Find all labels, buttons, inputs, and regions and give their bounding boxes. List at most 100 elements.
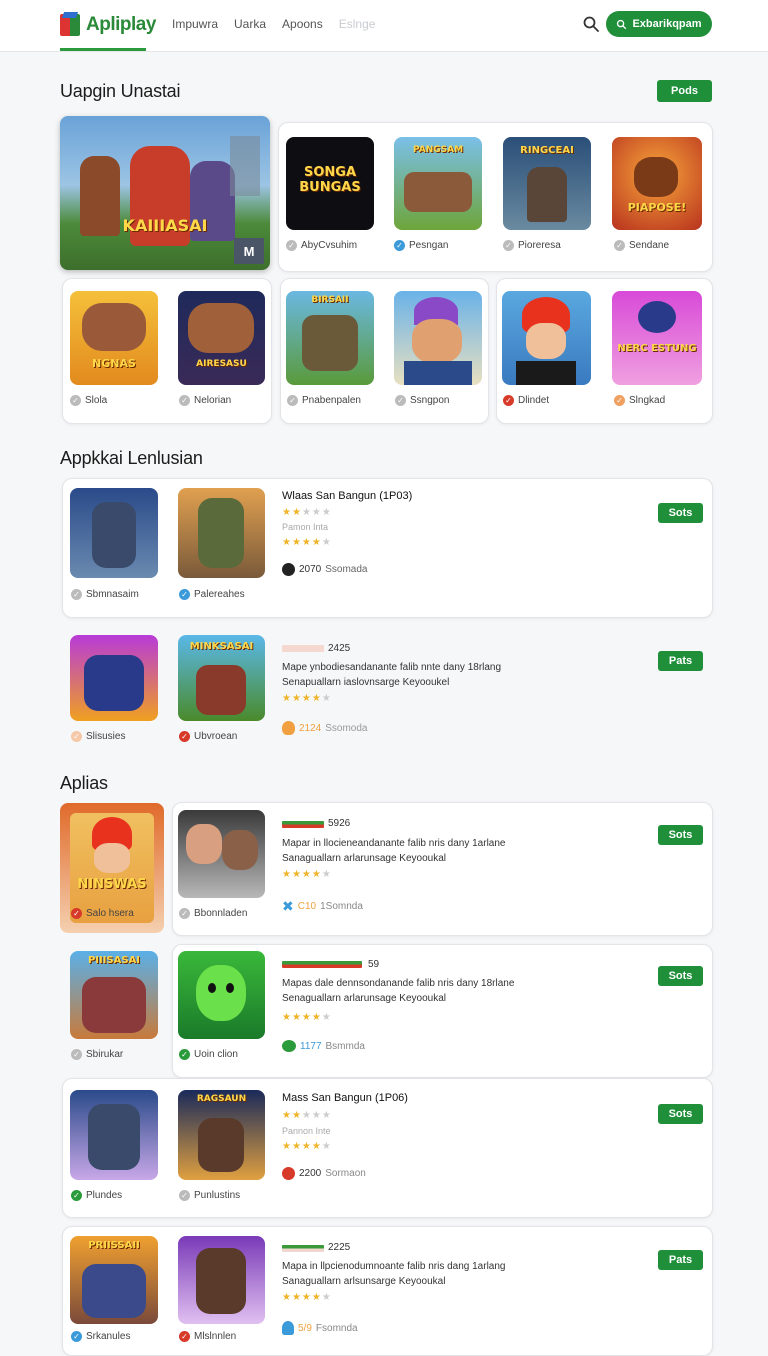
- game-label: ✓ Salo hsera: [71, 908, 134, 919]
- game-icon[interactable]: MINKSASAI: [178, 635, 265, 721]
- featured-game-banner[interactable]: KAIIIASAI M: [60, 116, 270, 270]
- nav-item[interactable]: Apoons: [282, 17, 323, 31]
- top-nav: Impuwra Uarka Apoons Eslnge: [172, 17, 375, 31]
- progress-bar: [282, 961, 362, 968]
- game-label: ✓ Plundes: [71, 1190, 122, 1201]
- check-icon: ✓: [71, 731, 82, 742]
- nav-item[interactable]: Uarka: [234, 17, 266, 31]
- game-label: ✓ Sbirukar: [71, 1049, 123, 1060]
- game-icon[interactable]: RINGCEAI: [503, 137, 591, 230]
- cta-label: Exbarikqpam: [632, 18, 702, 30]
- game-icon[interactable]: [70, 635, 158, 721]
- app-subtitle: Pamon Inta: [282, 522, 329, 532]
- logo-icon: [60, 12, 80, 38]
- download-count: 2200 Sormaon: [282, 1167, 366, 1180]
- game-icon[interactable]: [178, 810, 265, 898]
- rating-stars: ★★★★★: [282, 1141, 332, 1152]
- game-icon[interactable]: [178, 488, 265, 578]
- get-button[interactable]: Sots: [658, 825, 703, 845]
- app-title[interactable]: Wlaas San Bangun (1P03): [282, 490, 412, 502]
- nav-item[interactable]: Eslnge: [339, 17, 376, 31]
- game-icon[interactable]: PRIISSAII: [70, 1236, 158, 1324]
- header-cta-button[interactable]: Exbarikqpam: [606, 11, 712, 37]
- check-icon: ✓: [71, 1049, 82, 1060]
- bar-number: 2225: [328, 1242, 351, 1253]
- download-count: 2070 Ssomada: [282, 563, 368, 576]
- bar-number: 2425: [328, 643, 351, 654]
- game-icon[interactable]: BIRSAII: [286, 291, 374, 385]
- game-icon[interactable]: [70, 488, 158, 578]
- get-button[interactable]: Sots: [658, 966, 703, 986]
- search-icon: [617, 19, 627, 29]
- check-icon: ✓: [71, 1331, 82, 1342]
- download-count: 1177 Bsmmda: [282, 1040, 365, 1052]
- game-label: ✓ Palereahes: [179, 589, 245, 600]
- get-button[interactable]: Sots: [658, 1104, 703, 1124]
- users-icon: [282, 1040, 296, 1052]
- app-description: Mapar in llocieneandanante falib nris da…: [282, 838, 506, 864]
- game-icon[interactable]: [70, 1090, 158, 1180]
- featured-badge: M: [234, 238, 264, 264]
- game-label: ✓ Pioreresa: [503, 240, 561, 251]
- game-label: ✓ Slngkad: [614, 395, 665, 406]
- game-label: ✓ Nelorian: [179, 395, 231, 406]
- featured-title: KAIIIASAI: [122, 216, 208, 235]
- game-icon[interactable]: NGNAS: [70, 291, 158, 385]
- nav-item[interactable]: Impuwra: [172, 17, 218, 31]
- logo[interactable]: Apliplay: [60, 10, 156, 40]
- game-icon[interactable]: [178, 951, 265, 1039]
- check-icon: ✓: [179, 395, 190, 406]
- game-label: ✓ Pesngan: [394, 240, 448, 251]
- check-icon: ✓: [287, 395, 298, 406]
- game-label: ✓ Ubvroean: [179, 731, 237, 742]
- game-label: ✓ AbyCvsuhim: [286, 240, 357, 251]
- rating-stars: ★★★★★: [282, 1292, 332, 1303]
- rating-stars: ★★★★★: [282, 693, 332, 704]
- active-tab-indicator: [60, 48, 146, 51]
- check-icon: ✓: [395, 395, 406, 406]
- check-icon: ✓: [286, 240, 297, 251]
- game-icon[interactable]: AIRESASU: [178, 291, 265, 385]
- check-icon: ✓: [71, 1190, 82, 1201]
- get-button[interactable]: Pats: [658, 1250, 703, 1270]
- download-count: ✖ C10 1Somnda: [282, 898, 363, 914]
- download-icon: [282, 563, 295, 576]
- game-icon[interactable]: [394, 291, 482, 385]
- search-icon[interactable]: [582, 15, 600, 33]
- game-icon[interactable]: NERC ESTUNG: [612, 291, 702, 385]
- game-icon[interactable]: PIAPOSE!: [612, 137, 702, 230]
- game-icon[interactable]: PIIISASAI: [70, 951, 158, 1039]
- check-icon: ✓: [179, 908, 190, 919]
- game-label: ✓ Srkanules: [71, 1331, 130, 1342]
- get-button[interactable]: Pats: [658, 651, 703, 671]
- check-icon: ✓: [71, 908, 82, 919]
- game-icon[interactable]: SONGA BUNGAS: [286, 137, 374, 230]
- game-label: ✓ Sendane: [614, 240, 669, 251]
- check-icon: ✓: [394, 240, 405, 251]
- game-icon[interactable]: [178, 1236, 265, 1324]
- rating-stars: ★★★★★: [282, 869, 332, 880]
- game-icon[interactable]: RAGSAUN: [178, 1090, 265, 1180]
- app-list-item: [62, 1226, 713, 1356]
- get-button[interactable]: Sots: [658, 503, 703, 523]
- check-icon: ✓: [503, 240, 514, 251]
- logo-text: Apliplay: [86, 14, 156, 35]
- rating-stars: ★★★★★: [282, 537, 332, 548]
- game-icon[interactable]: PANGSAM: [394, 137, 482, 230]
- check-icon: ✓: [179, 731, 190, 742]
- check-icon: ✓: [503, 395, 514, 406]
- check-icon: ✓: [179, 1331, 190, 1342]
- game-icon[interactable]: [502, 291, 591, 385]
- app-description: Mape ynbodiesandanante falib nnte dany 1…: [282, 662, 502, 688]
- bar-number: 59: [368, 959, 380, 970]
- app-title[interactable]: Mass San Bangun (1P06): [282, 1092, 408, 1104]
- game-label: ✓ Punlustins: [179, 1190, 240, 1201]
- section-title: Appkkai Lenlusian: [60, 448, 203, 468]
- download-icon: [282, 1167, 295, 1180]
- game-label: ✓ Pnabenpalen: [287, 395, 361, 406]
- check-icon: ✓: [179, 1049, 190, 1060]
- check-icon: ✓: [179, 589, 190, 600]
- game-label: ✓ Uoin clion: [179, 1049, 238, 1060]
- drop-icon: [282, 1321, 294, 1335]
- section-button[interactable]: Pods: [657, 80, 712, 102]
